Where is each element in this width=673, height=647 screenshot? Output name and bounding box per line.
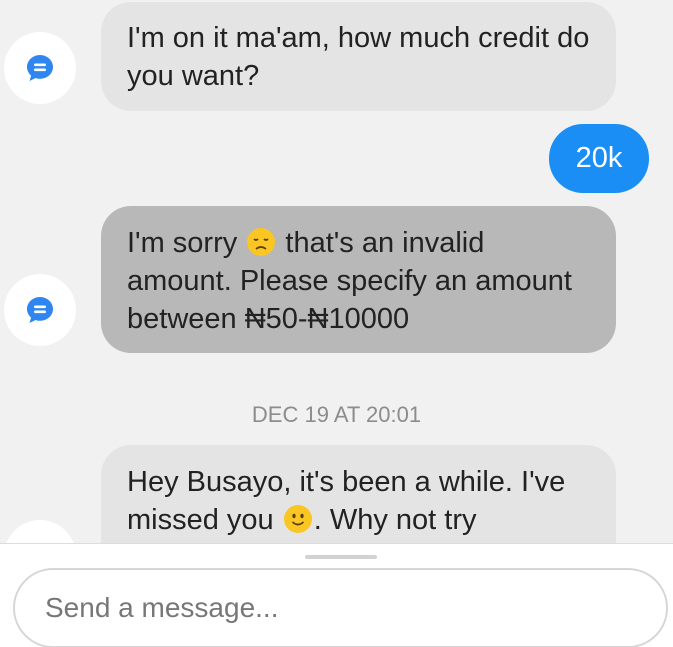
message-text: 20k: [575, 142, 623, 174]
date-separator: DEC 19 AT 20:01: [251, 402, 422, 427]
message-bubble[interactable]: Hey Busayo, it's been a while. I've miss…: [101, 445, 616, 543]
bot-avatar: [4, 274, 76, 346]
message-text: I'm on it ma'am, how much credit do you …: [127, 22, 590, 92]
message-input[interactable]: [45, 586, 635, 630]
chat-thread[interactable]: I'm on it ma'am, how much credit do you …: [0, 0, 673, 543]
message-bubble[interactable]: I'm on it ma'am, how much credit do you …: [101, 2, 616, 111]
user-message-bubble[interactable]: 20k: [549, 124, 649, 193]
composer-bar: [0, 543, 673, 647]
chat-bubble-icon: [27, 55, 53, 81]
bot-avatar: [4, 32, 76, 104]
message-text: . Why not try: [313, 504, 477, 536]
chat-bubble-icon: [27, 297, 53, 323]
message-bubble[interactable]: I'm sorry that's an invalid amount. Plea…: [101, 206, 616, 353]
slightly-smiling-face-icon: [283, 505, 312, 533]
disappointed-face-icon: [247, 228, 276, 256]
message-text: I'm sorry: [127, 227, 238, 259]
drag-handle[interactable]: [305, 555, 377, 559]
message-composer[interactable]: [13, 568, 668, 647]
bot-avatar: [4, 520, 76, 543]
